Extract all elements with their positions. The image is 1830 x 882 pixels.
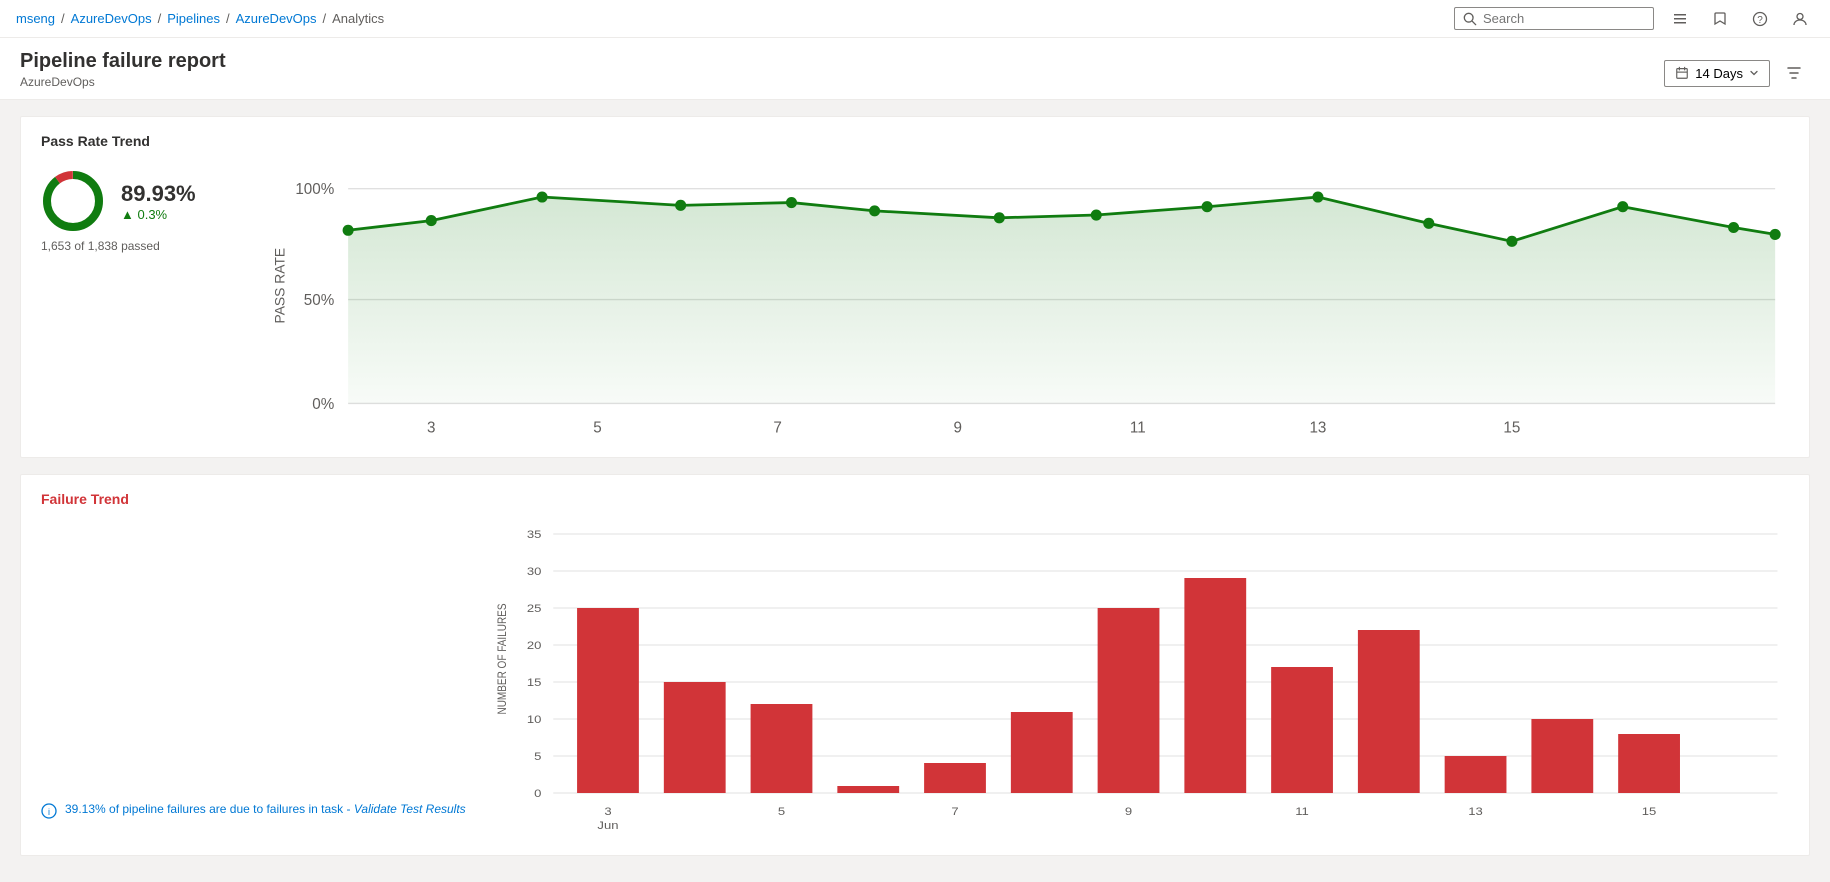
bar-day10 bbox=[1184, 578, 1246, 793]
bar-day5 bbox=[750, 704, 812, 793]
breadcrumb-azuredevops2[interactable]: AzureDevOps bbox=[236, 11, 317, 26]
failure-trend-title: Failure Trend bbox=[41, 491, 1789, 507]
svg-text:13: 13 bbox=[1468, 805, 1483, 818]
svg-text:15: 15 bbox=[1503, 420, 1520, 437]
pass-rate-stats: 89.93% ▲ 0.3% bbox=[121, 181, 196, 222]
bar-day6 bbox=[837, 786, 899, 793]
nav-right: ? bbox=[1454, 5, 1814, 33]
bar-day3 bbox=[577, 608, 639, 793]
svg-text:0%: 0% bbox=[312, 396, 334, 413]
svg-text:10: 10 bbox=[527, 713, 542, 726]
svg-text:7: 7 bbox=[951, 805, 959, 818]
svg-text:35: 35 bbox=[527, 528, 542, 541]
failure-info: i 39.13% of pipeline failures are due to… bbox=[41, 802, 466, 819]
pass-rate-line-chart: 100% 50% 0% 3 5 7 9 11 13 15 Jun bbox=[265, 161, 1789, 438]
svg-text:Jun: Jun bbox=[597, 819, 618, 832]
page-title: Pipeline failure report bbox=[20, 50, 226, 73]
svg-text:3: 3 bbox=[604, 805, 612, 818]
svg-text:15: 15 bbox=[527, 676, 542, 689]
breadcrumb-mseng[interactable]: mseng bbox=[16, 11, 55, 26]
help-icon[interactable]: ? bbox=[1746, 5, 1774, 33]
svg-text:11: 11 bbox=[1295, 805, 1309, 818]
svg-text:3: 3 bbox=[427, 420, 435, 437]
bar-day12 bbox=[1358, 630, 1420, 793]
svg-text:30: 30 bbox=[527, 565, 542, 578]
breadcrumb-azuredevops1[interactable]: AzureDevOps bbox=[71, 11, 152, 26]
svg-text:13: 13 bbox=[1309, 420, 1326, 437]
date-filter-label: 14 Days bbox=[1695, 66, 1743, 81]
svg-text:9: 9 bbox=[953, 420, 961, 437]
bar-day9 bbox=[1097, 608, 1159, 793]
svg-text:i: i bbox=[48, 807, 50, 817]
filter-button[interactable] bbox=[1778, 57, 1810, 89]
breadcrumb-pipelines[interactable]: Pipelines bbox=[167, 11, 220, 26]
svg-text:PASS RATE: PASS RATE bbox=[271, 248, 287, 324]
pass-rate-card: Pass Rate Trend 89.93% ▲ 0.3% bbox=[20, 116, 1810, 458]
svg-text:7: 7 bbox=[773, 420, 781, 437]
bar-chart-outer: i 39.13% of pipeline failures are due to… bbox=[41, 519, 1789, 839]
svg-text:?: ? bbox=[1757, 15, 1763, 26]
svg-text:9: 9 bbox=[1125, 805, 1133, 818]
failure-trend-card: Failure Trend i 39.13% of pipeline failu… bbox=[20, 474, 1810, 856]
page-header-left: Pipeline failure report AzureDevOps bbox=[20, 50, 226, 89]
breadcrumb-analytics: Analytics bbox=[332, 11, 384, 26]
chevron-down-icon bbox=[1749, 68, 1759, 78]
page-header: Pipeline failure report AzureDevOps 14 D… bbox=[0, 38, 1830, 100]
bar-chart-left: i 39.13% of pipeline failures are due to… bbox=[41, 519, 466, 839]
svg-text:0: 0 bbox=[534, 787, 542, 800]
pass-rate-sub-label: 1,653 of 1,838 passed bbox=[41, 239, 160, 253]
bar-day4 bbox=[664, 682, 726, 793]
bar-day7 bbox=[924, 763, 986, 793]
svg-text:25: 25 bbox=[527, 602, 542, 615]
user-icon[interactable] bbox=[1786, 5, 1814, 33]
list-icon[interactable] bbox=[1666, 5, 1694, 33]
pass-rate-percentage: 89.93% bbox=[121, 181, 196, 207]
svg-text:5: 5 bbox=[534, 750, 542, 763]
svg-text:5: 5 bbox=[593, 420, 601, 437]
pass-rate-title: Pass Rate Trend bbox=[41, 133, 1789, 149]
date-filter: 14 Days bbox=[1664, 57, 1810, 89]
pass-rate-left: 89.93% ▲ 0.3% 1,653 of 1,838 passed bbox=[41, 161, 241, 253]
bar-day8 bbox=[1011, 712, 1073, 793]
svg-text:NUMBER OF FAILURES: NUMBER OF FAILURES bbox=[496, 604, 509, 715]
svg-text:15: 15 bbox=[1641, 805, 1656, 818]
line-chart-area: 100% 50% 0% 3 5 7 9 11 13 15 Jun bbox=[265, 161, 1789, 441]
svg-text:Jun: Jun bbox=[419, 436, 444, 438]
bar-day11 bbox=[1271, 667, 1333, 793]
failure-bar-chart: 35 30 25 20 15 10 5 0 NUMBER OF FAILURES bbox=[482, 519, 1789, 839]
svg-text:50%: 50% bbox=[304, 292, 334, 309]
svg-text:11: 11 bbox=[1130, 420, 1146, 437]
svg-text:100%: 100% bbox=[295, 181, 334, 198]
info-icon: i bbox=[41, 803, 57, 819]
failure-info-text: 39.13% of pipeline failures are due to f… bbox=[65, 802, 466, 816]
bar-day15 bbox=[1618, 734, 1680, 793]
bar-chart-container: 35 30 25 20 15 10 5 0 NUMBER OF FAILURES bbox=[482, 519, 1789, 839]
search-box[interactable] bbox=[1454, 7, 1654, 30]
filter-icon bbox=[1786, 65, 1802, 81]
donut-container: 89.93% ▲ 0.3% bbox=[41, 169, 196, 233]
svg-text:20: 20 bbox=[527, 639, 542, 652]
search-input[interactable] bbox=[1483, 11, 1645, 26]
bookmark-icon[interactable] bbox=[1706, 5, 1734, 33]
pass-rate-content: 89.93% ▲ 0.3% 1,653 of 1,838 passed bbox=[41, 161, 1789, 441]
bar-day13 bbox=[1444, 756, 1506, 793]
bar-day14 bbox=[1531, 719, 1593, 793]
page-subtitle: AzureDevOps bbox=[20, 75, 226, 89]
top-nav: mseng / AzureDevOps / Pipelines / AzureD… bbox=[0, 0, 1830, 38]
calendar-icon bbox=[1675, 66, 1689, 80]
pass-rate-delta: ▲ 0.3% bbox=[121, 207, 196, 222]
svg-text:5: 5 bbox=[778, 805, 786, 818]
breadcrumb: mseng / AzureDevOps / Pipelines / AzureD… bbox=[16, 11, 384, 26]
date-filter-button[interactable]: 14 Days bbox=[1664, 60, 1770, 87]
search-icon bbox=[1463, 12, 1477, 26]
main-content: Pass Rate Trend 89.93% ▲ 0.3% bbox=[0, 100, 1830, 872]
pass-rate-donut bbox=[41, 169, 105, 233]
validate-test-results-link[interactable]: Validate Test Results bbox=[354, 802, 466, 816]
